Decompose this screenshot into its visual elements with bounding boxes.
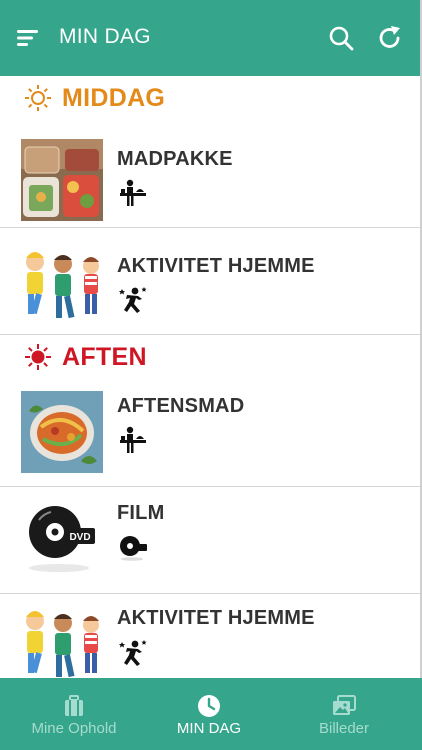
item-title: AKTIVITET HJEMME [117,607,315,629]
list-item-aftensmad[interactable]: AFTENSMAD [0,380,420,487]
nav-mine-ophold[interactable]: Mine Ophold [4,678,144,750]
list-item-aktivitet-hjemme[interactable]: AKTIVITET HJEMME [0,228,420,335]
item-title: FILM [117,502,165,524]
activity-icon [118,285,148,315]
search-icon[interactable] [328,25,354,51]
section-title: AFTEN [62,343,147,371]
clock-icon [197,694,221,718]
svg-text:DVD: DVD [69,532,90,543]
kids-cartoon [21,605,103,687]
item-title: AKTIVITET HJEMME [117,255,315,277]
dinner-photo [21,391,103,473]
sun-outline-icon [24,84,52,112]
nav-billeder[interactable]: Billeder [274,678,414,750]
app-header: MIN DAG [0,0,420,76]
suitcase-icon [62,694,86,718]
list-item-madpakke[interactable]: MADPAKKE [0,121,420,228]
dvd-icon [118,532,148,562]
nav-min-dag[interactable]: MIN DAG [139,678,279,750]
bottom-nav: Mine Ophold MIN DAG Billeder [0,678,422,750]
section-middag: MIDDAG [0,76,420,124]
nav-label: Billeder [318,720,370,737]
food-icon [118,425,148,455]
dvd-image: DVD [21,498,103,580]
nav-label: MIN DAG [176,720,242,737]
menu-icon[interactable] [16,26,40,50]
kids-cartoon [21,246,103,328]
sun-filled-icon [24,343,52,371]
item-title: AFTENSMAD [117,395,245,417]
list-item-film[interactable]: DVD FILM [0,487,420,594]
page-title: MIN DAG [59,25,151,48]
refresh-icon[interactable] [376,24,404,52]
images-icon [332,694,356,718]
item-title: MADPAKKE [117,148,233,170]
section-aften: AFTEN [0,335,420,383]
food-icon [118,178,148,208]
section-title: MIDDAG [62,84,166,112]
lunchbox-photo [21,139,103,221]
activity-icon [118,638,148,668]
nav-label: Mine Ophold [31,720,117,737]
